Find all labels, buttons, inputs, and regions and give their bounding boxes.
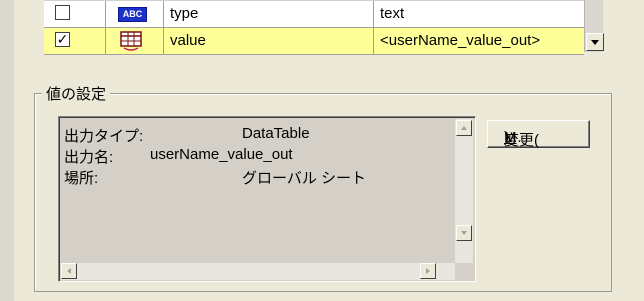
arrow-right-icon (426, 268, 430, 274)
value-cell[interactable]: <userName_value_out> (374, 28, 584, 54)
value-dropdown-button[interactable] (586, 33, 604, 51)
row-value: text (380, 5, 405, 22)
row-checkbox-type[interactable] (55, 5, 70, 20)
scroll-down-button[interactable] (456, 225, 472, 241)
checkbox-cell[interactable] (44, 1, 106, 27)
output-type-label: 出力タイプ: (64, 128, 144, 145)
arrow-down-icon (461, 231, 467, 235)
horizontal-scrollbar[interactable] (61, 263, 455, 280)
row-name: value (170, 32, 206, 49)
datatable-grid-icon (120, 31, 142, 51)
row-value: <userName_value_out> (380, 32, 541, 49)
grid-row-type[interactable]: ABC type text (44, 0, 584, 27)
value-settings-legend: 値の設定 (42, 83, 111, 104)
grid-row-value[interactable]: ✓ value <userName_value_out> (44, 27, 584, 54)
output-info-box[interactable]: 出力タイプ: DataTable 出力名: userName_value_out… (58, 116, 476, 282)
output-type-value: DataTable (242, 125, 310, 142)
name-cell[interactable]: type (164, 1, 374, 27)
type-icon-cell (106, 28, 164, 54)
output-name-label: 出力名: (64, 149, 114, 166)
settings-panel: ABC type text ✓ value <userName_value_ou… (0, 0, 644, 301)
location-value: グローバル シート (242, 170, 367, 187)
vertical-scrollbar[interactable] (455, 119, 473, 263)
checkbox-cell[interactable]: ✓ (44, 28, 106, 54)
row-checkbox-value[interactable]: ✓ (55, 32, 70, 47)
row-name: type (170, 5, 199, 22)
arrow-left-icon (67, 268, 71, 274)
left-edge-strip (0, 0, 14, 301)
scroll-up-button[interactable] (456, 120, 472, 136)
type-icon-cell: ABC (106, 1, 164, 27)
change-button[interactable]: 変更(M)... (487, 120, 590, 149)
location-label: 場所: (64, 170, 99, 187)
scrollbar-corner (455, 263, 473, 280)
scroll-left-button[interactable] (61, 263, 77, 279)
value-cell[interactable]: text (374, 1, 584, 27)
change-label-suffix: )... (504, 129, 522, 146)
chevron-down-icon (591, 40, 599, 45)
output-name-value: userName_value_out (150, 146, 293, 163)
parameter-grid: ABC type text ✓ value <userName_value_ou… (44, 0, 584, 55)
scroll-right-button[interactable] (420, 263, 436, 279)
arrow-up-icon (461, 126, 467, 130)
name-cell[interactable]: value (164, 28, 374, 54)
abc-text-type-icon: ABC (118, 7, 147, 22)
